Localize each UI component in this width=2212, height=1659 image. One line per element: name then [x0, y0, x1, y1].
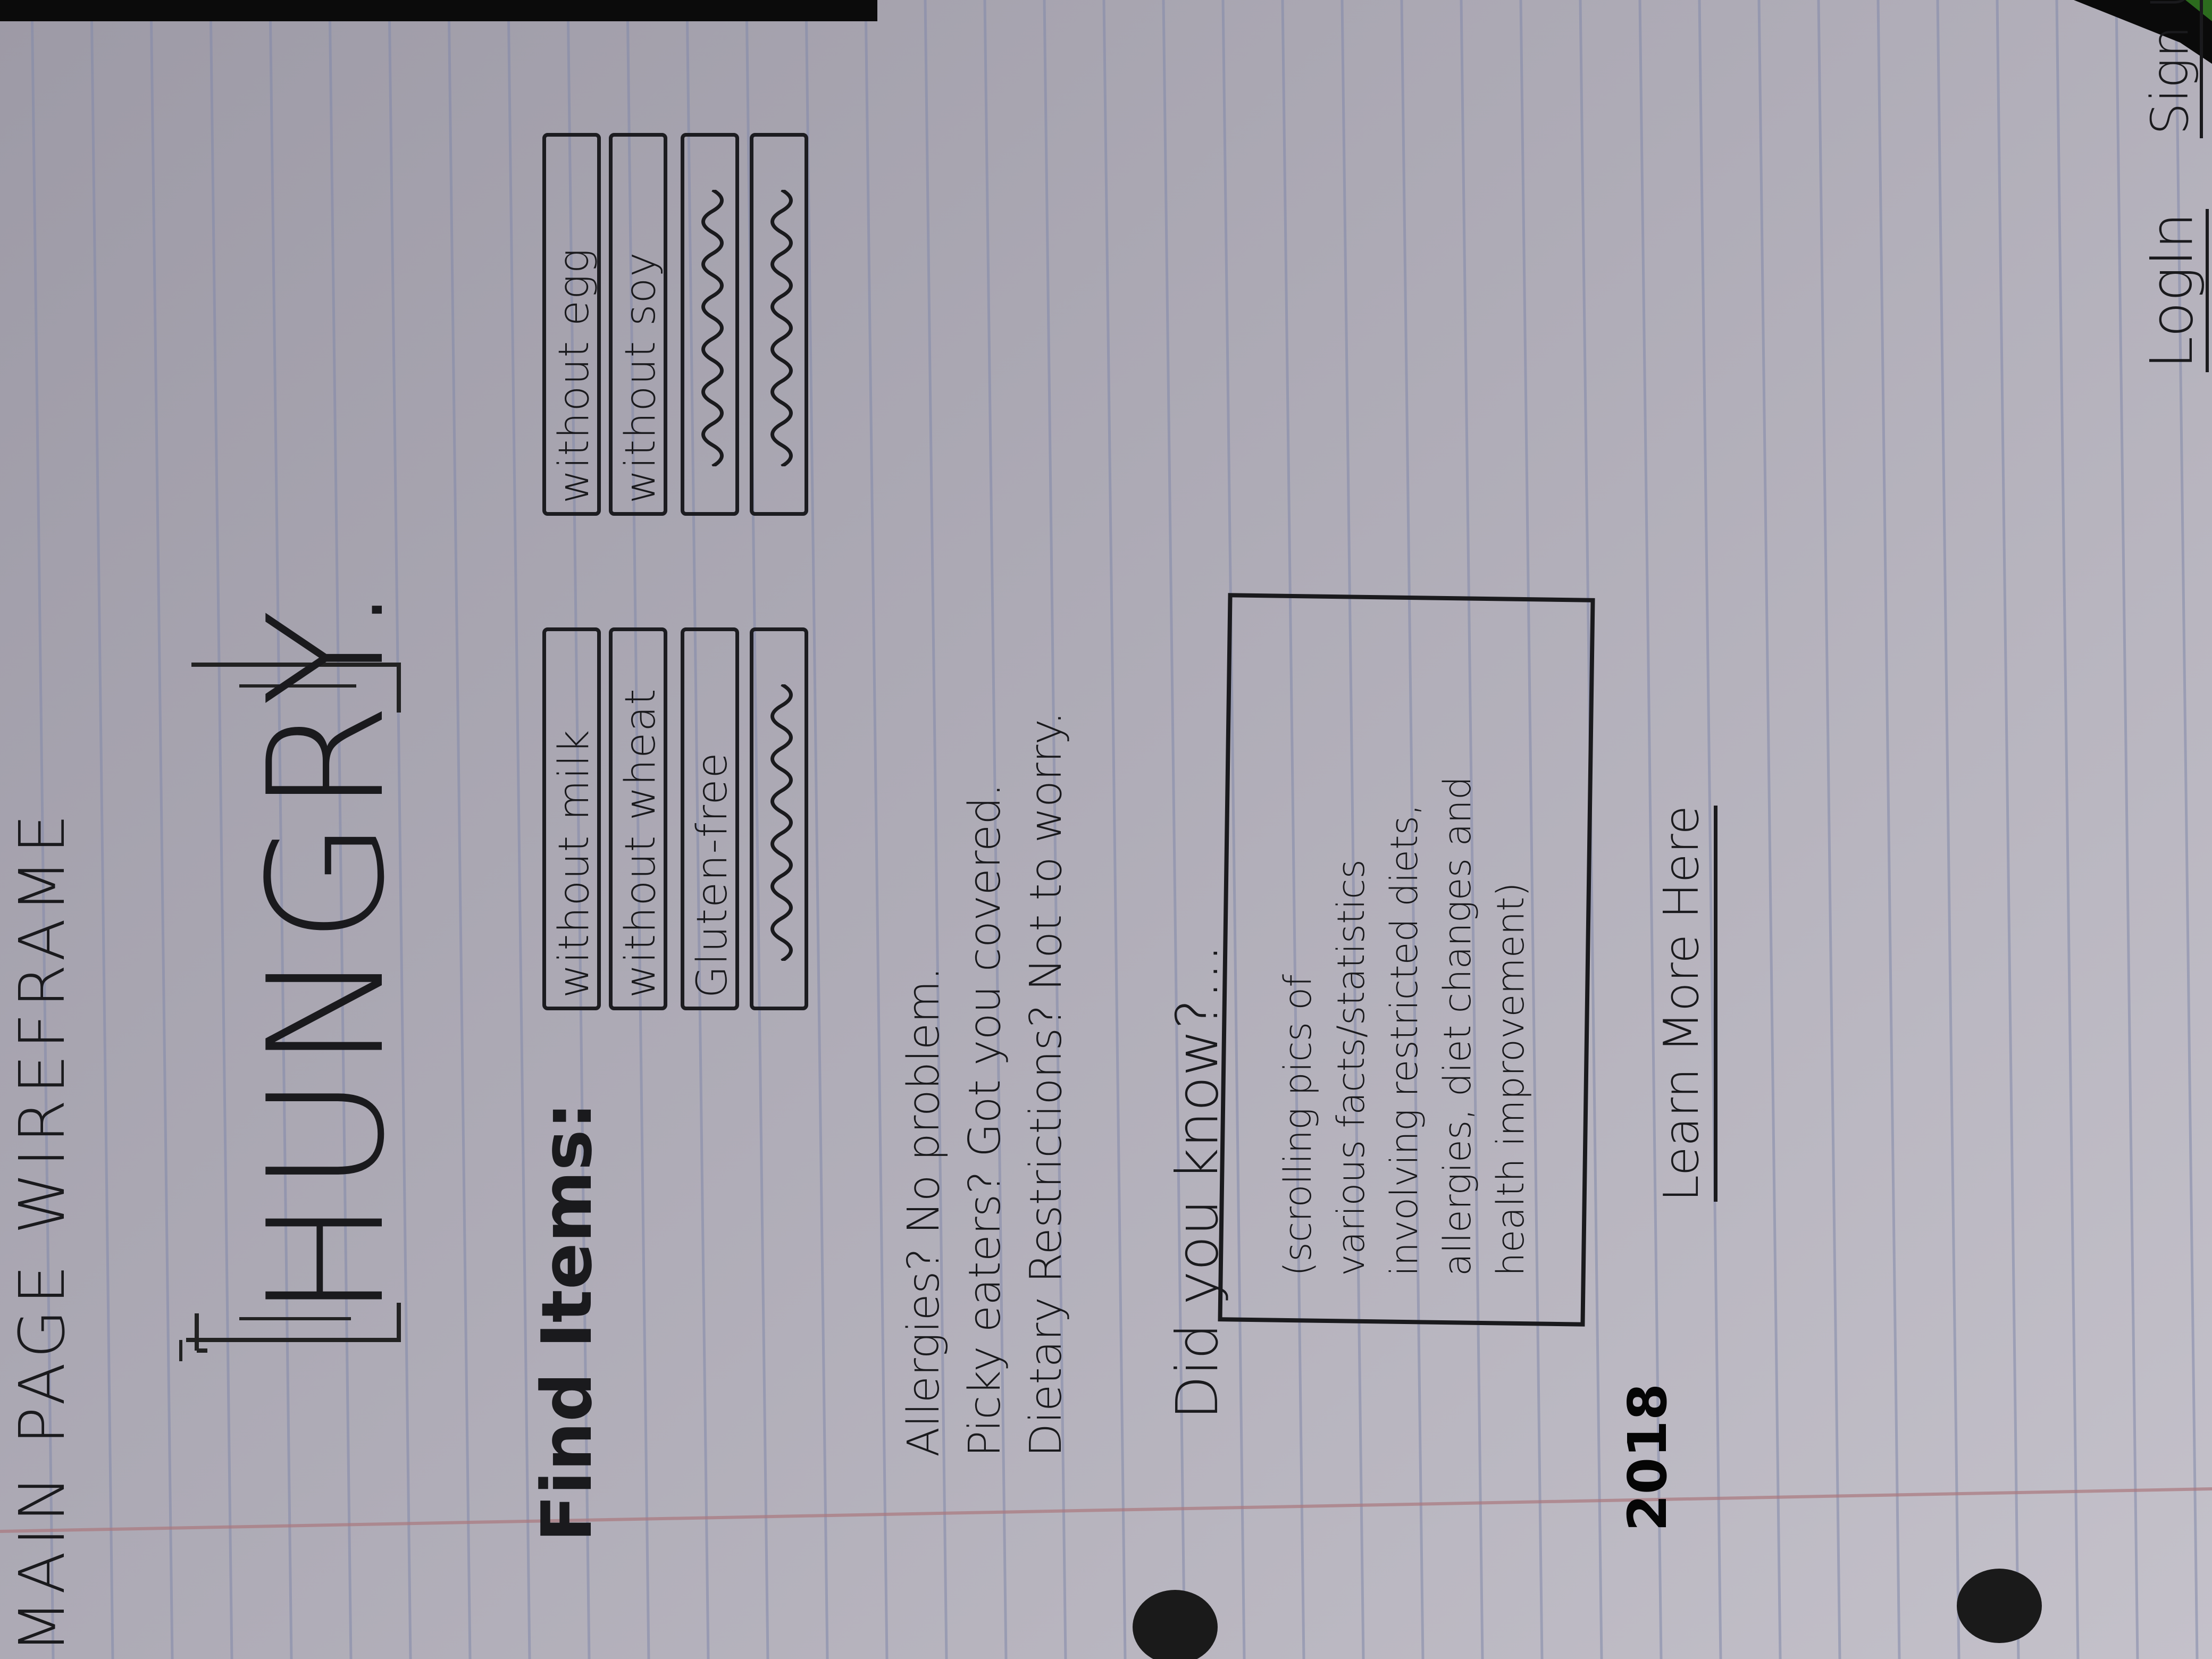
filters_col2-chip-label-1: without egg — [550, 247, 598, 504]
rule-line — [1936, 0, 1960, 1659]
did-you-know-line-1: (scrolling pics of — [1276, 974, 1320, 1276]
learn-more-link[interactable]: Learn More Here — [1654, 805, 1717, 1202]
did-you-know-line-5: health improvement) — [1489, 882, 1532, 1276]
filters_col2-chip-4[interactable] — [750, 133, 808, 516]
rule-line — [447, 0, 472, 1659]
filters_col1-chip-label-2: without wheat — [617, 688, 665, 998]
pitch-line-1: Allergies? No problem. — [899, 966, 949, 1457]
pitch-line-2: Picky eaters? Got you covered. — [960, 783, 1010, 1457]
rule-line — [1876, 0, 1901, 1659]
rule-line — [864, 0, 889, 1659]
signup-link[interactable]: Sign Up — [2140, 0, 2203, 138]
rule-line — [805, 0, 829, 1659]
rule-line — [2115, 0, 2139, 1659]
pitch-line-3: Dietary Restrictions? Not to worry. — [1021, 711, 1071, 1457]
login-link[interactable]: LogIn — [2138, 209, 2209, 372]
rule-line — [1996, 0, 2020, 1659]
filters_col1-chip-placeholder-squiggle-4 — [770, 684, 793, 961]
filters_col2-chip-3[interactable] — [681, 133, 739, 516]
rule-line — [1102, 0, 1127, 1659]
filters_col1-chip-3[interactable]: Gluten-free — [681, 627, 739, 1010]
filters_col2-chip-label-2: without soy — [617, 251, 665, 504]
rule-line — [90, 0, 114, 1659]
filters_col2-chip-placeholder-squiggle-3 — [701, 190, 724, 466]
filters_col1-chip-label-3: Gluten-free — [689, 751, 736, 999]
filters_col2-chip-1[interactable]: without egg — [542, 133, 601, 516]
hero-title: HUNGRY. — [234, 577, 420, 1319]
year-label: 2018 — [1616, 1383, 1679, 1531]
did-you-know-line-2: various facts/statistics — [1329, 859, 1373, 1276]
filters_col1-chip-2[interactable]: without wheat — [609, 627, 667, 1010]
did-you-know-line-3: involving restricted diets, — [1382, 803, 1426, 1276]
filters_col2-chip-2[interactable]: without soy — [609, 133, 667, 516]
did-you-know-line-4: allergies, diet changes and — [1436, 776, 1479, 1276]
notebook-paper: MAIN PAGE WIREFRAME LogIn Sign Up HUNGRY… — [0, 0, 2212, 1659]
rule-line — [1817, 0, 1841, 1659]
filters_col1-chip-label-1: without milk — [550, 728, 598, 998]
page-heading: MAIN PAGE WIREFRAME — [5, 808, 79, 1654]
rule-line — [2055, 0, 2080, 1659]
filters_col1-chip-1[interactable]: without milk — [542, 627, 601, 1010]
rule-line — [1757, 0, 1782, 1659]
find-items-label: Find Items: — [526, 1102, 607, 1542]
filters_col2-chip-placeholder-squiggle-4 — [770, 190, 793, 466]
filters_col1-chip-4[interactable] — [750, 627, 808, 1010]
rule-line — [149, 0, 174, 1659]
